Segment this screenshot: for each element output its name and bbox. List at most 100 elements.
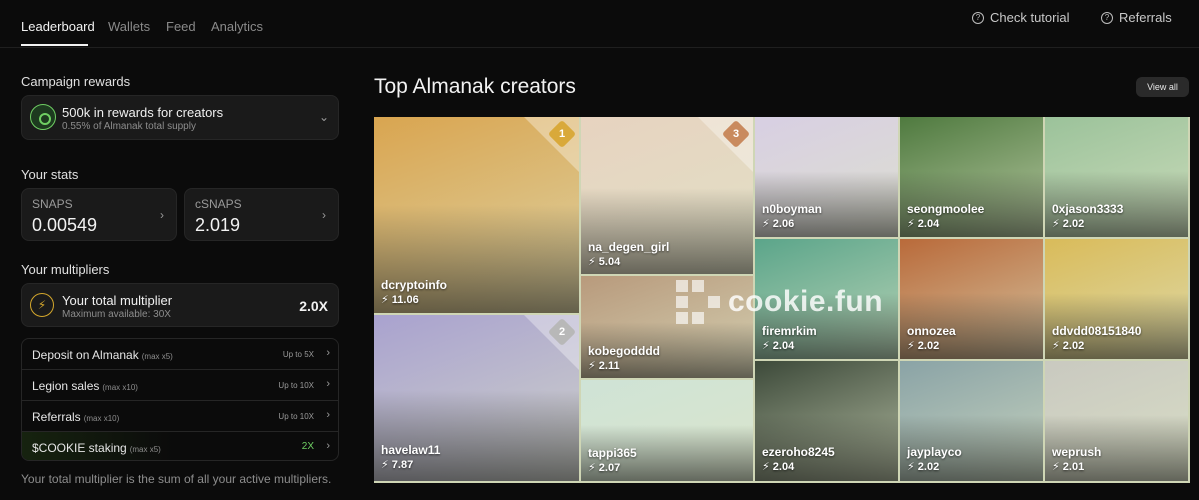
- creator-name: ezeroho8245: [762, 445, 835, 459]
- snaps-card[interactable]: SNAPS 0.00549 ›: [21, 188, 177, 241]
- creator-tile[interactable]: 3 na_degen_girl ⚡ 5.04: [581, 117, 755, 276]
- creator-score: ⚡ 2.02: [907, 461, 940, 473]
- total-multiplier-value: 2.0X: [299, 298, 328, 314]
- creator-name: firemrkim: [762, 324, 817, 338]
- multiplier-max: (max x10): [83, 414, 120, 423]
- tab-feed[interactable]: Feed: [166, 19, 196, 34]
- creator-name: 0xjason3333: [1052, 202, 1124, 216]
- creator-score: ⚡ 2.06: [762, 218, 795, 230]
- creator-name: dcryptoinfo: [381, 278, 447, 292]
- creator-score: ⚡ 2.02: [907, 340, 940, 352]
- link-icon: [30, 104, 56, 130]
- campaign-rewards-heading: 500k in rewards for creators: [62, 105, 224, 120]
- snaps-value: 0.00549: [32, 215, 98, 235]
- creator-tile[interactable]: 1 dcryptoinfo ⚡ 11.06: [374, 117, 581, 315]
- creator-score: ⚡ 2.11: [588, 360, 620, 372]
- creator-tile[interactable]: 2 havelaw11 ⚡ 7.87: [374, 315, 581, 483]
- creator-tile[interactable]: kobegodddd ⚡ 2.11: [581, 276, 755, 380]
- chevron-right-icon: ›: [160, 208, 164, 222]
- multiplier-active-value: 2X: [301, 441, 314, 452]
- tab-leaderboard[interactable]: Leaderboard: [21, 19, 95, 34]
- creator-name: n0boyman: [762, 202, 823, 216]
- rank-corner: [524, 315, 579, 370]
- creator-score: ⚡ 2.04: [762, 461, 795, 473]
- your-multipliers-title: Your multipliers: [21, 262, 110, 277]
- creator-score: ⚡ 2.07: [588, 462, 621, 474]
- multiplier-max: (max x5): [141, 352, 173, 361]
- creator-score: ⚡ 2.02: [1052, 340, 1085, 352]
- multiplier-up-to: Up to 10X: [278, 381, 314, 390]
- creator-tile[interactable]: onnozea ⚡ 2.02: [900, 239, 1045, 361]
- lightning-icon: ⚡: [30, 293, 54, 317]
- multiplier-label: Referrals: [32, 410, 81, 424]
- chevron-right-icon: ›: [326, 347, 330, 359]
- your-stats-title: Your stats: [21, 167, 79, 182]
- creator-tile[interactable]: 0xjason3333 ⚡ 2.02: [1045, 117, 1190, 239]
- total-multiplier-card: ⚡ Your total multiplier Maximum availabl…: [21, 283, 339, 327]
- multiplier-list: Deposit on Almanak (max x5) Up to 5X › Le…: [21, 338, 339, 461]
- multiplier-row-deposit[interactable]: Deposit on Almanak (max x5) Up to 5X ›: [22, 339, 338, 370]
- multiplier-max: (max x10): [102, 383, 138, 392]
- creator-name: onnozea: [907, 324, 956, 338]
- multiplier-label: $COOKIE staking: [32, 441, 127, 455]
- multiplier-row-referrals[interactable]: Referrals (max x10) Up to 10X ›: [22, 401, 338, 432]
- referrals-label: Referrals: [1119, 10, 1172, 25]
- tab-wallets[interactable]: Wallets: [108, 19, 150, 34]
- campaign-rewards-card[interactable]: 500k in rewards for creators 0.55% of Al…: [21, 95, 339, 140]
- creator-score: ⚡ 2.02: [1052, 218, 1085, 230]
- creator-score: ⚡ 2.04: [907, 218, 940, 230]
- creator-tile[interactable]: tappi365 ⚡ 2.07: [581, 380, 755, 483]
- check-tutorial-label: Check tutorial: [990, 10, 1070, 25]
- check-tutorial-link[interactable]: ? Check tutorial: [972, 10, 1069, 25]
- creator-name: jayplayco: [907, 445, 962, 459]
- campaign-rewards-sub: 0.55% of Almanak total supply: [62, 121, 196, 132]
- creator-tile[interactable]: weprush ⚡ 2.01: [1045, 361, 1190, 483]
- multiplier-row-cookie-staking[interactable]: $COOKIE staking (max x5) 2X ›: [22, 432, 338, 460]
- creator-score: ⚡ 11.06: [381, 294, 419, 306]
- tab-analytics[interactable]: Analytics: [211, 19, 263, 34]
- help-circle-icon: ?: [972, 11, 984, 24]
- creator-tile[interactable]: ezeroho8245 ⚡ 2.04: [755, 361, 900, 483]
- creator-name: weprush: [1052, 445, 1102, 459]
- total-multiplier-label: Your total multiplier: [62, 293, 173, 308]
- csnaps-label: cSNAPS: [195, 197, 242, 211]
- creator-tile[interactable]: n0boyman ⚡ 2.06: [755, 117, 900, 239]
- referrals-link[interactable]: ? Referrals: [1101, 10, 1172, 25]
- creator-tile[interactable]: firemrkim ⚡ 2.04: [755, 239, 900, 361]
- snaps-label: SNAPS: [32, 197, 73, 211]
- csnaps-card[interactable]: cSNAPS 2.019 ›: [184, 188, 339, 241]
- creator-name: kobegodddd: [588, 344, 660, 358]
- chevron-down-icon: ⌄: [318, 110, 329, 124]
- creator-name: ddvdd08151840: [1052, 324, 1142, 338]
- help-circle-icon: ?: [1101, 11, 1113, 24]
- chevron-right-icon: ›: [326, 440, 330, 452]
- creator-name: seongmoolee: [907, 202, 985, 216]
- creator-score: ⚡ 2.01: [1052, 461, 1085, 473]
- creator-tile[interactable]: ddvdd08151840 ⚡ 2.02: [1045, 239, 1190, 361]
- creator-name: havelaw11: [381, 443, 441, 457]
- creator-tile[interactable]: jayplayco ⚡ 2.02: [900, 361, 1045, 483]
- rank-corner: [698, 117, 753, 172]
- page-title: Top Almanak creators: [374, 75, 576, 98]
- creator-name: na_degen_girl: [588, 240, 670, 254]
- chevron-right-icon: ›: [326, 378, 330, 390]
- creator-tile[interactable]: seongmoolee ⚡ 2.04: [900, 117, 1045, 239]
- multiplier-up-to: Up to 5X: [282, 350, 314, 359]
- creator-grid: 1 dcryptoinfo ⚡ 11.06 2 havelaw11 ⚡ 7.87…: [374, 117, 1190, 483]
- creator-score: ⚡ 5.04: [588, 256, 621, 268]
- max-available-text: Maximum available: 30X: [62, 309, 171, 320]
- creator-name: tappi365: [588, 446, 637, 460]
- multiplier-footnote: Your total multiplier is the sum of all …: [21, 472, 332, 486]
- multiplier-row-legion[interactable]: Legion sales (max x10) Up to 10X ›: [22, 370, 338, 401]
- multiplier-max: (max x5): [129, 445, 161, 454]
- creator-score: ⚡ 7.87: [381, 459, 414, 471]
- campaign-rewards-title: Campaign rewards: [21, 74, 131, 89]
- chevron-right-icon: ›: [322, 208, 326, 222]
- active-tab-underline: [21, 44, 88, 46]
- rank-corner: [524, 117, 579, 172]
- top-nav: Leaderboard Wallets Feed Analytics ? Che…: [0, 0, 1199, 48]
- chevron-right-icon: ›: [326, 409, 330, 421]
- creator-score: ⚡ 2.04: [762, 340, 795, 352]
- csnaps-value: 2.019: [195, 215, 241, 235]
- view-all-button[interactable]: View all: [1136, 77, 1189, 97]
